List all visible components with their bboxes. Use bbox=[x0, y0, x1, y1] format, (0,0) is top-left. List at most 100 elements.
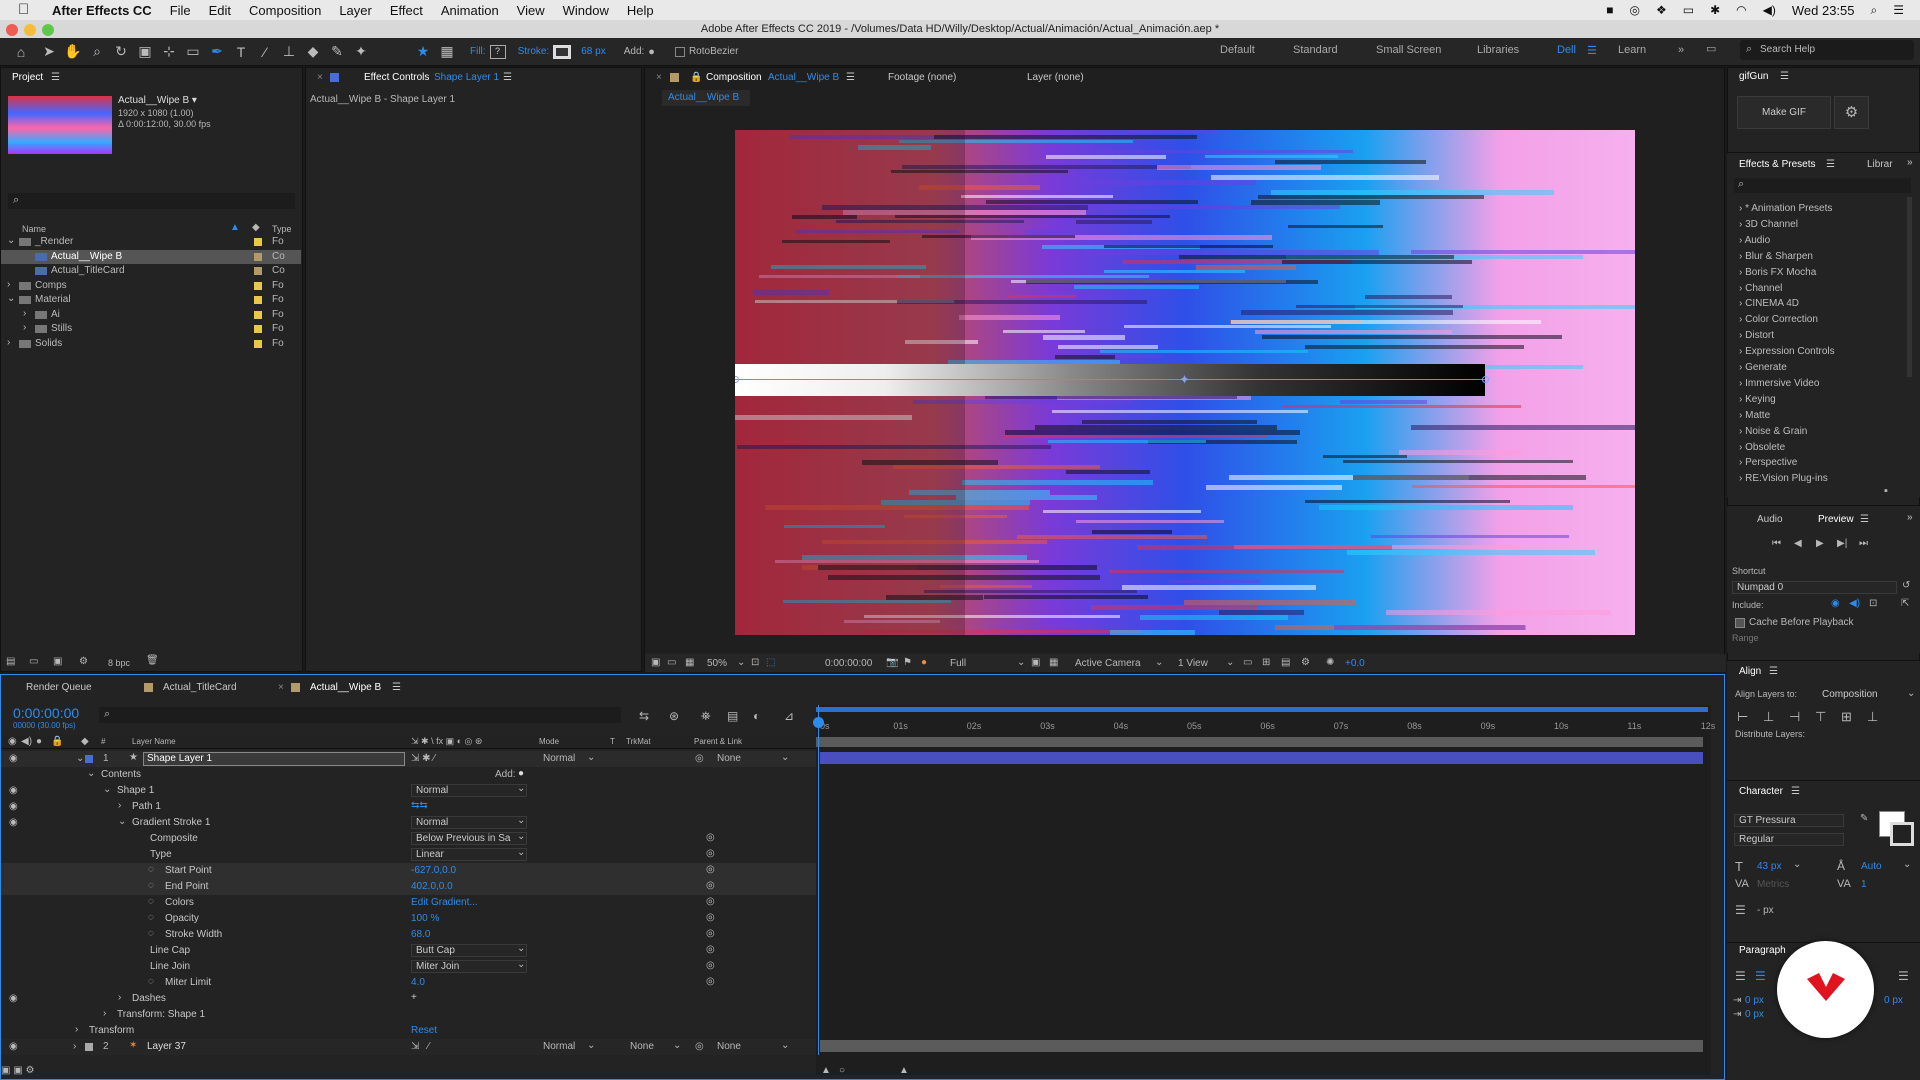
clone-stamp-tool-icon[interactable]: ⊥ bbox=[278, 41, 300, 63]
property-row[interactable]: ⌄ Contents Add: ● bbox=[1, 767, 816, 783]
playhead-handle[interactable] bbox=[813, 717, 824, 728]
chevron-down-icon[interactable]: ⌄ bbox=[781, 1040, 789, 1051]
layer-parent-2[interactable]: None bbox=[717, 1041, 741, 1052]
effect-category[interactable]: › Matte bbox=[1739, 410, 1770, 421]
pickwhip-icon[interactable]: ◎ bbox=[706, 848, 715, 859]
chevron-down-icon[interactable]: ⌄ bbox=[517, 783, 525, 794]
frame-blending-icon[interactable]: ▤ bbox=[727, 709, 738, 723]
pen-tool-icon[interactable]: ✒ bbox=[206, 41, 228, 63]
project-item[interactable]: › Solids Fo bbox=[1, 337, 301, 351]
more-workspaces-icon[interactable]: » bbox=[1678, 44, 1684, 56]
reset-icon[interactable]: ↺ bbox=[1902, 580, 1910, 591]
twirl-icon[interactable]: ⌄ bbox=[118, 816, 126, 827]
property-dropdown[interactable]: Miter Join bbox=[411, 960, 527, 973]
font-family-dropdown[interactable]: GT Pressura bbox=[1734, 814, 1844, 827]
menu-composition[interactable]: Composition bbox=[249, 3, 321, 18]
comp-settings-icon[interactable]: ▣ ▣ ⚙ bbox=[1, 1065, 34, 1076]
visibility-icon[interactable]: ◉ bbox=[9, 753, 18, 764]
menu-app-name[interactable]: After Effects CC bbox=[52, 3, 152, 18]
property-value[interactable]: 4.0 bbox=[411, 977, 425, 988]
pickwhip-icon[interactable]: ◎ bbox=[706, 928, 715, 939]
effect-category[interactable]: › RE:Vision Plug-ins bbox=[1739, 473, 1828, 484]
twirl-icon[interactable]: ⌄ bbox=[87, 768, 95, 779]
sort-arrow-icon[interactable]: ▲ bbox=[230, 222, 240, 233]
work-area-bar[interactable] bbox=[816, 707, 1708, 712]
tab-titlecard[interactable]: Actual_TitleCard bbox=[163, 682, 237, 693]
motion-blur-icon[interactable]: ◐ bbox=[753, 709, 760, 723]
workspace-learn[interactable]: Learn bbox=[1618, 44, 1646, 56]
visibility-icon[interactable]: ◉ bbox=[9, 817, 18, 828]
dropbox-icon[interactable]: ❖ bbox=[1656, 3, 1667, 17]
twirl-icon[interactable]: › bbox=[7, 279, 10, 290]
property-row[interactable]: Type Linear ⌄ ◎ bbox=[1, 847, 816, 863]
next-frame-icon[interactable]: ▶| bbox=[1837, 538, 1847, 549]
play-icon[interactable]: ▶ bbox=[1816, 538, 1824, 549]
pickwhip-icon[interactable]: ◎ bbox=[706, 976, 715, 987]
viewer-timecode[interactable]: 0:00:00:00 bbox=[825, 658, 872, 669]
tracking-value[interactable]: 1 bbox=[1861, 879, 1867, 890]
twirl-icon[interactable]: › bbox=[23, 322, 26, 333]
previous-frame-icon[interactable]: ◀ bbox=[1794, 538, 1802, 549]
label-color-swatch[interactable] bbox=[254, 253, 262, 261]
label-color-swatch[interactable] bbox=[254, 340, 262, 348]
twirl-icon[interactable]: › bbox=[75, 1024, 78, 1035]
type-tool-icon[interactable]: T bbox=[230, 41, 252, 63]
property-dropdown[interactable]: Linear bbox=[411, 848, 527, 861]
lock-icon[interactable]: 🔒 bbox=[51, 736, 63, 747]
eraser-tool-icon[interactable]: ◆ bbox=[302, 41, 324, 63]
effect-category[interactable]: › Perspective bbox=[1739, 457, 1797, 468]
last-frame-icon[interactable]: ⏭ bbox=[1859, 538, 1868, 549]
leading-value[interactable]: Auto bbox=[1861, 861, 1882, 872]
tab-audio[interactable]: Audio bbox=[1757, 514, 1783, 525]
creative-cloud-icon[interactable]: ◎ bbox=[1629, 3, 1639, 17]
stroke-width-value[interactable]: 68 px bbox=[581, 46, 605, 57]
effect-category[interactable]: › Generate bbox=[1739, 362, 1787, 373]
tab-preview[interactable]: Preview bbox=[1818, 514, 1854, 525]
menu-view[interactable]: View bbox=[517, 3, 545, 18]
close-tab-icon[interactable]: × bbox=[656, 72, 662, 83]
effect-category[interactable]: › Immersive Video bbox=[1739, 378, 1819, 389]
chevron-down-icon[interactable]: ⌄ bbox=[517, 847, 525, 858]
always-preview-icon[interactable]: ▣ bbox=[651, 657, 660, 668]
pickwhip-icon[interactable]: ◎ bbox=[706, 832, 715, 843]
property-row[interactable]: ◌ Miter Limit 4.0 ◎ bbox=[1, 975, 822, 991]
align-hcenter-icon[interactable]: ⊥ bbox=[1763, 709, 1774, 725]
pickwhip-icon[interactable]: ◎ bbox=[706, 944, 715, 955]
align-bottom-icon[interactable]: ⊥ bbox=[1867, 709, 1878, 725]
indent-left-value[interactable]: 0 px bbox=[1745, 995, 1764, 1006]
minimize-window-button[interactable] bbox=[24, 24, 36, 36]
property-row[interactable]: ◉ ⌄ Shape 1 Normal ⌄ bbox=[1, 783, 816, 799]
close-window-button[interactable] bbox=[6, 24, 18, 36]
panel-menu-icon[interactable]: ☰ bbox=[51, 72, 60, 83]
layer-parent-1[interactable]: None bbox=[717, 753, 741, 764]
layer-label-color[interactable] bbox=[85, 1043, 93, 1051]
visibility-icon[interactable]: ◉ bbox=[8, 736, 17, 747]
stopwatch-icon[interactable]: ◌ bbox=[148, 880, 154, 891]
roi-icon[interactable]: ▣ bbox=[1031, 657, 1040, 668]
property-dropdown[interactable]: Below Previous in Sa bbox=[411, 832, 527, 845]
pickwhip-icon[interactable]: ◎ bbox=[695, 1041, 704, 1052]
layer-name-2[interactable]: Layer 37 bbox=[147, 1041, 186, 1052]
chevron-down-icon[interactable]: ⌄ bbox=[737, 657, 745, 668]
include-audio-icon[interactable]: ◀) bbox=[1849, 598, 1860, 609]
include-overlays-icon[interactable]: ⊡ bbox=[1869, 598, 1877, 609]
chevron-down-icon[interactable]: ⌄ bbox=[1903, 859, 1911, 870]
project-item[interactable]: › Stills Fo bbox=[1, 322, 301, 336]
label-color-swatch[interactable] bbox=[254, 267, 262, 275]
thumb-comp-name[interactable]: Actual__Wipe B ▾ bbox=[118, 95, 197, 106]
more-tabs-icon[interactable]: » bbox=[1907, 512, 1913, 523]
panel-menu-icon[interactable]: ☰ bbox=[503, 72, 512, 83]
panel-menu-icon[interactable]: ☰ bbox=[1791, 786, 1800, 797]
bluetooth-icon[interactable]: ✱ bbox=[1710, 3, 1720, 17]
visibility-icon[interactable]: ◉ bbox=[9, 801, 18, 812]
stroke-color-swatch[interactable] bbox=[1890, 822, 1914, 846]
twirl-icon[interactable]: › bbox=[7, 337, 10, 348]
effect-category[interactable]: › 3D Channel bbox=[1739, 219, 1798, 230]
path-direction-icon[interactable]: ⇆⇆ bbox=[411, 800, 428, 811]
layer-row-1[interactable]: ◉ ⌄ 1 ★ Shape Layer 1 ⇲ ✱ ⁄ Normal ⌄ ◎ N… bbox=[1, 751, 816, 767]
tab-character[interactable]: Character bbox=[1739, 786, 1783, 797]
solo-icon[interactable]: ● bbox=[36, 736, 42, 747]
pickwhip-icon[interactable]: ◎ bbox=[695, 753, 704, 764]
workspace-small-screen[interactable]: Small Screen bbox=[1376, 44, 1441, 56]
pickwhip-icon[interactable]: ◎ bbox=[706, 864, 715, 875]
